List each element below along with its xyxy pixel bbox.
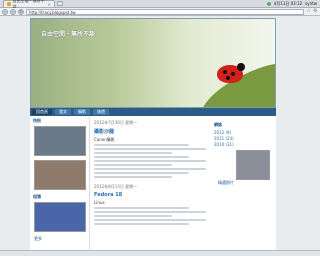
main-posts: 2012年7月30日 星期一 攝影沙龍 Canon攝影 2012年8月13日 星… xyxy=(90,116,210,256)
blog-title[interactable]: 自由空間・無所不談 xyxy=(41,29,95,38)
system-tray: 4月11日 03:12 syntw xyxy=(266,0,320,7)
browser-tab[interactable]: 自由空間・無所不談 × xyxy=(3,0,55,9)
blog-page: 自由空間・無所不談 回首頁 發文 攝影 旅遊 快訊 相簿 更多 2012年7月3… xyxy=(0,16,320,256)
photo-caption: 精選照片 xyxy=(218,180,234,185)
blog-navbar: 回首頁 發文 攝影 旅遊 xyxy=(30,108,276,116)
archive-link[interactable]: 2012 (9) xyxy=(214,130,272,135)
photo-thumbnail[interactable] xyxy=(34,202,86,232)
new-tab-button[interactable] xyxy=(57,1,63,6)
sidebar-photo[interactable] xyxy=(236,150,270,180)
url-input[interactable]: http://tracy.blogspot.tw xyxy=(26,8,304,15)
archive-link[interactable]: 2010 (31) xyxy=(214,142,272,147)
nav-photo[interactable]: 攝影 xyxy=(74,109,90,115)
network-icon xyxy=(266,1,271,6)
more-link[interactable]: 更多 xyxy=(34,236,89,242)
back-button[interactable]: ‹ xyxy=(2,8,8,15)
forward-button[interactable]: › xyxy=(10,8,16,15)
right-sidebar: 網誌 2012 (9) 2011 (24) 2010 (31) 精選照片 xyxy=(210,116,276,256)
left-heading: 快訊 xyxy=(33,118,41,123)
photo-thumbnail[interactable] xyxy=(34,126,86,156)
star-icon[interactable]: ☆ xyxy=(306,9,311,14)
post-title[interactable]: Fedora 18 xyxy=(94,192,206,198)
blog-content: 快訊 相簿 更多 2012年7月30日 星期一 攝影沙龍 Canon攝影 201… xyxy=(30,116,276,256)
browser-tabbar: 自由空間・無所不談 × 4月11日 03:12 syntw xyxy=(0,0,320,9)
ladybug-image xyxy=(217,63,245,83)
status-bar xyxy=(0,250,320,256)
clock: 4月11日 03:12 xyxy=(273,0,303,6)
post-tag: Canon攝影 xyxy=(94,137,115,142)
archive-link[interactable]: 2011 (24) xyxy=(214,136,272,141)
nav-home[interactable]: 回首頁 xyxy=(32,109,52,115)
wrench-icon[interactable]: ⚙ xyxy=(313,9,318,14)
user-name[interactable]: syntw xyxy=(305,1,317,6)
nav-travel[interactable]: 旅遊 xyxy=(93,109,109,115)
site-favicon-icon xyxy=(7,2,11,6)
post-tag: Linux xyxy=(94,200,105,205)
address-bar: ‹ › ↻ http://tracy.blogspot.tw ☆ ⚙ xyxy=(0,8,320,16)
album-heading: 相簿 xyxy=(33,194,41,199)
right-heading: 網誌 xyxy=(214,122,222,127)
post-date: 2012年7月30日 星期一 xyxy=(94,120,138,125)
post-title[interactable]: 攝影沙龍 xyxy=(94,128,206,135)
nav-post[interactable]: 發文 xyxy=(55,109,71,115)
tab-close-icon[interactable]: × xyxy=(48,2,51,7)
photo-thumbnail[interactable] xyxy=(34,160,86,190)
left-sidebar: 快訊 相簿 更多 xyxy=(30,116,90,256)
blog-header-image: 自由空間・無所不談 xyxy=(30,18,276,108)
post-date: 2012年8月13日 星期一 xyxy=(94,184,138,189)
reload-button[interactable]: ↻ xyxy=(18,8,24,15)
